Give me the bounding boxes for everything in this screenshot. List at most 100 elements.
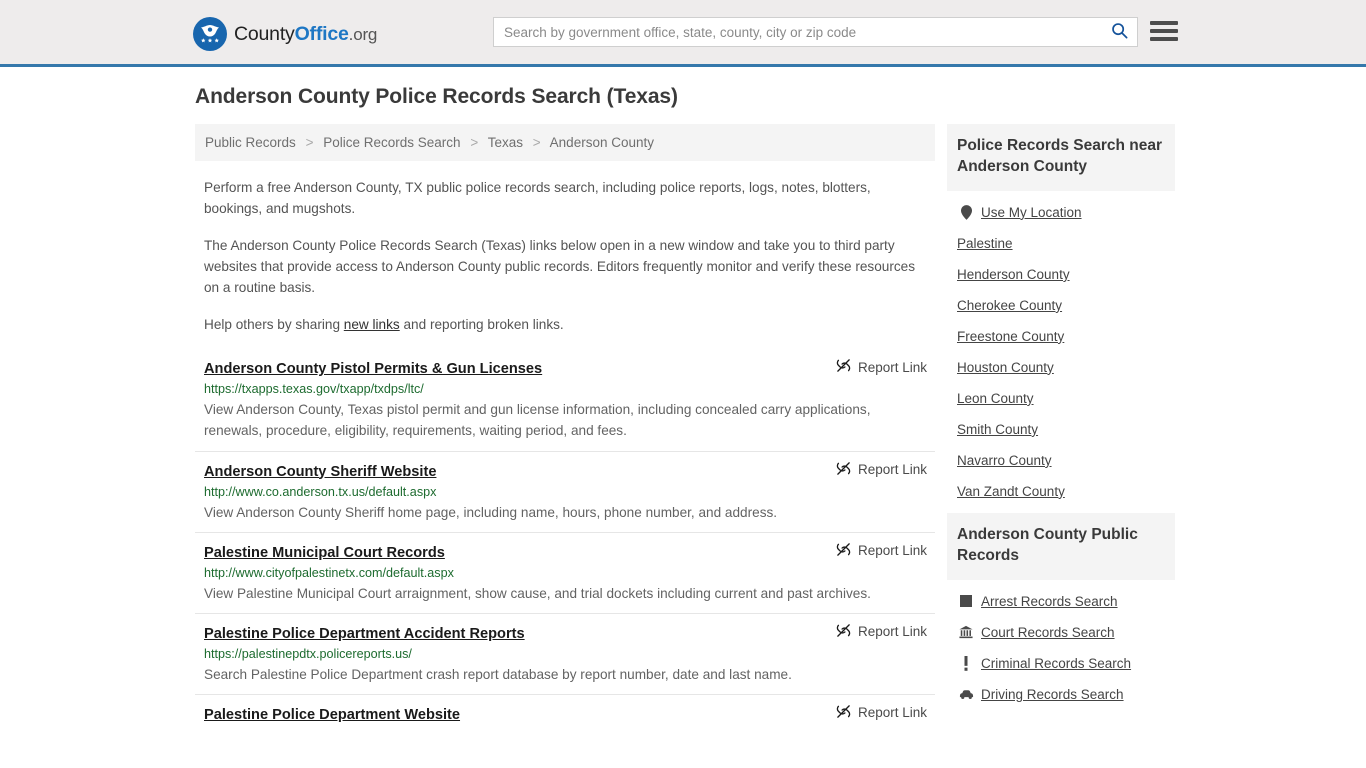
report-link-button[interactable]: Report Link [836,358,927,376]
sidebar-item-criminal-records-search[interactable]: Criminal Records Search [947,648,1175,679]
search-input[interactable] [494,18,1101,46]
result-title-link[interactable]: Palestine Police Department Accident Rep… [204,626,525,642]
intro-paragraph-2: The Anderson County Police Records Searc… [204,238,916,296]
result-item: Palestine Police Department Website Repo… [195,695,935,732]
breadcrumb-item-police-records-search[interactable]: Police Records Search [323,135,460,150]
intro-paragraph-1: Perform a free Anderson County, TX publi… [204,180,871,217]
sidebar-link[interactable]: Van Zandt County [957,484,1065,499]
search-icon [1111,22,1128,42]
report-link-label: Report Link [857,624,927,640]
broken-link-icon [836,623,851,641]
search-button[interactable] [1101,18,1137,46]
sidebar-item-use-my-location[interactable]: Use My Location [947,197,1175,228]
sidebar-link[interactable]: Henderson County [957,267,1070,282]
sidebar-link[interactable]: Palestine [957,236,1013,251]
result-title-link[interactable]: Palestine Municipal Court Records [204,545,445,561]
result-description: View Anderson County, Texas pistol permi… [204,402,871,439]
report-link-button[interactable]: Report Link [836,623,927,641]
intro-p3-before: Help others by sharing [204,317,344,333]
report-link-label: Report Link [857,359,927,375]
sidebar-nearby-section: Police Records Search near Anderson Coun… [947,124,1175,507]
logo-text-office: Office [294,22,349,45]
eagle-shield-logo-icon [193,17,227,51]
main-column: Public Records > Police Records Search >… [195,124,935,732]
intro-text: Perform a free Anderson County, TX publi… [195,177,935,335]
sidebar-item-houston-county[interactable]: Houston County [947,352,1175,383]
breadcrumb-item-anderson-county[interactable]: Anderson County [550,135,654,150]
report-link-button[interactable]: Report Link [836,542,927,560]
breadcrumb-separator: > [532,135,541,150]
result-url[interactable]: http://www.cityofpalestinetx.com/default… [204,566,927,580]
sidebar-public-records-heading: Anderson County Public Records [947,512,1175,580]
sidebar-item-navarro-county[interactable]: Navarro County [947,445,1175,476]
sidebar-link[interactable]: Use My Location [981,205,1082,220]
logo-text-county: County [234,22,295,45]
sidebar-item-henderson-county[interactable]: Henderson County [947,259,1175,290]
sidebar-link[interactable]: Court Records Search [981,625,1115,640]
sidebar-item-leon-county[interactable]: Leon County [947,383,1175,414]
sidebar-link[interactable]: Arrest Records Search [981,594,1118,609]
sidebar-item-cherokee-county[interactable]: Cherokee County [947,290,1175,321]
site-logo[interactable]: CountyOffice.org [193,17,377,51]
result-item: Palestine Municipal Court Records Report… [195,533,935,614]
page-title: Anderson County Police Records Search (T… [195,85,678,108]
result-url[interactable]: http://www.co.anderson.tx.us/default.asp… [204,485,927,499]
sidebar-public-records-list: Arrest Records Search Court Records Sear… [947,580,1175,710]
site-logo-text: CountyOffice.org [234,23,377,46]
result-description: Search Palestine Police Department crash… [204,666,792,682]
report-link-button[interactable]: Report Link [836,461,927,479]
sidebar-item-arrest-records-search[interactable]: Arrest Records Search [947,586,1175,617]
result-item: Anderson County Sheriff Website Report L… [195,452,935,533]
courthouse-icon [957,625,975,639]
search-bar[interactable] [493,17,1138,47]
fingerprint-square-icon [957,595,975,608]
sidebar-nearby-list: Use My Location Palestine Henderson Coun… [947,191,1175,507]
result-item: Anderson County Pistol Permits & Gun Lic… [195,349,935,452]
content-columns: Public Records > Police Records Search >… [195,124,1175,732]
sidebar-link[interactable]: Leon County [957,391,1034,406]
breadcrumb: Public Records > Police Records Search >… [195,124,935,161]
sidebar-link[interactable]: Criminal Records Search [981,656,1131,671]
sidebar-item-van-zandt-county[interactable]: Van Zandt County [947,476,1175,507]
result-title-link[interactable]: Anderson County Pistol Permits & Gun Lic… [204,361,542,377]
report-link-button[interactable]: Report Link [836,704,927,722]
intro-paragraph-3: Help others by sharing new links and rep… [195,314,935,335]
sidebar-item-smith-county[interactable]: Smith County [947,414,1175,445]
sidebar-link[interactable]: Driving Records Search [981,687,1124,702]
breadcrumb-item-public-records[interactable]: Public Records [205,135,296,150]
hamburger-bar [1150,29,1178,33]
result-item: Palestine Police Department Accident Rep… [195,614,935,695]
result-header: Palestine Police Department Accident Rep… [204,623,927,642]
sidebar-item-driving-records-search[interactable]: Driving Records Search [947,679,1175,710]
hamburger-menu-icon[interactable] [1150,19,1178,43]
result-description: View Anderson County Sheriff home page, … [204,504,778,520]
sidebar-link[interactable]: Smith County [957,422,1038,437]
breadcrumb-separator: > [305,135,314,150]
hamburger-bar [1150,21,1178,25]
map-pin-icon [957,205,975,220]
broken-link-icon [836,704,851,722]
sidebar-link[interactable]: Houston County [957,360,1054,375]
hamburger-bar [1150,37,1178,41]
intro-p3-after: and reporting broken links. [399,317,564,333]
result-title-link[interactable]: Palestine Police Department Website [204,707,460,723]
car-icon [957,689,975,700]
broken-link-icon [836,358,851,376]
breadcrumb-item-texas[interactable]: Texas [488,135,523,150]
sidebar-link[interactable]: Navarro County [957,453,1052,468]
result-url[interactable]: https://palestinepdtx.policereports.us/ [204,647,927,661]
broken-link-icon [836,461,851,479]
result-title-link[interactable]: Anderson County Sheriff Website [204,464,436,480]
sidebar-link[interactable]: Freestone County [957,329,1064,344]
sidebar-item-palestine[interactable]: Palestine [947,228,1175,259]
result-header: Anderson County Sheriff Website Report L… [204,461,927,480]
report-link-label: Report Link [857,462,927,477]
result-url[interactable]: https://txapps.texas.gov/txapp/txdps/ltc… [204,382,927,396]
new-links-link[interactable]: new links [344,317,400,332]
sidebar: Police Records Search near Anderson Coun… [947,124,1175,716]
sidebar-item-freestone-county[interactable]: Freestone County [947,321,1175,352]
sidebar-link[interactable]: Cherokee County [957,298,1062,313]
sidebar-item-court-records-search[interactable]: Court Records Search [947,617,1175,648]
breadcrumb-separator: > [470,135,479,150]
broken-link-icon [836,542,851,560]
